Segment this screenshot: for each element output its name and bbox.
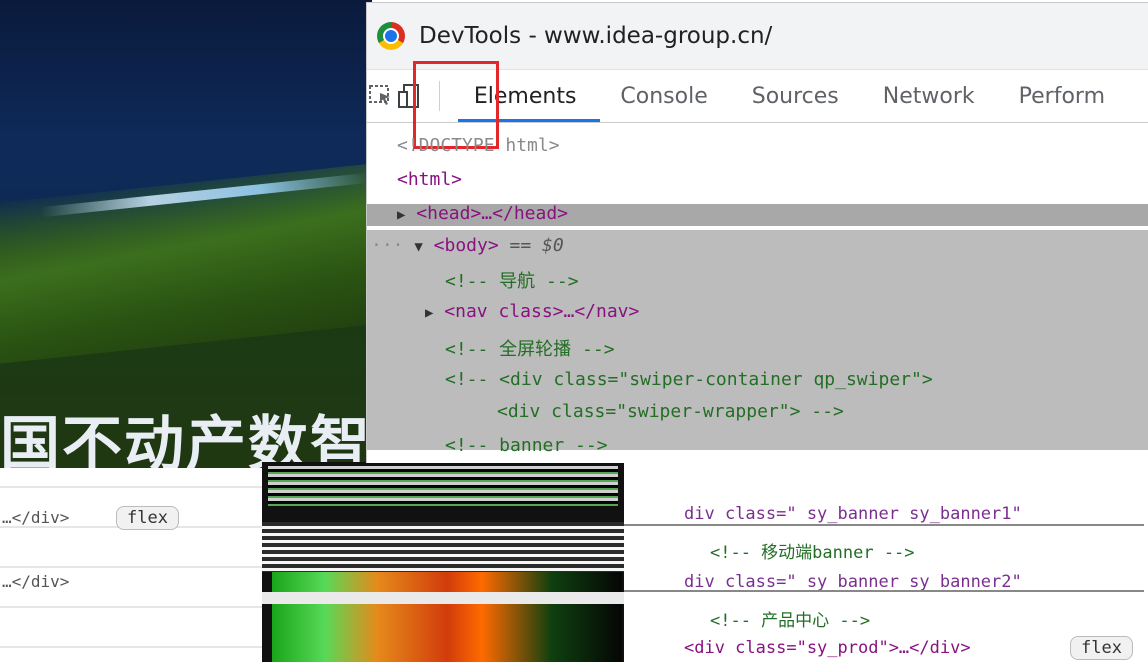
rendering-glitch-area	[262, 462, 624, 662]
inspect-element-icon[interactable]	[367, 73, 395, 119]
devtools-window: DevTools - www.idea-group.cn/ Elements C…	[366, 2, 1148, 463]
flex-badge[interactable]: flex	[1070, 636, 1133, 660]
dom-comment-nav[interactable]: <!-- 导航 -->	[445, 267, 579, 293]
collapse-triangle-icon[interactable]: ▼	[414, 239, 422, 255]
elements-panel-ghost-left: …</div> …</div>	[0, 468, 268, 662]
dom-node-head[interactable]: ▶ <head>…</head>	[397, 203, 568, 224]
dom-node-head-label: <head>…</head>	[416, 203, 568, 224]
tab-sources[interactable]: Sources	[752, 70, 839, 122]
glitch-band	[268, 466, 618, 506]
glitch-band	[262, 592, 624, 604]
dom-node-nav[interactable]: ▶ <nav class>…</nav>	[425, 301, 639, 322]
dom-node-sy-banner1[interactable]: div class=" sy_banner sy_banner1"	[684, 504, 1022, 524]
hero-title: 国不动产数智	[0, 410, 372, 470]
ellipsis-icon[interactable]: ···	[371, 235, 404, 256]
console-ref-label: == $0	[509, 235, 564, 256]
devtools-titlebar: DevTools - www.idea-group.cn/	[367, 3, 1148, 70]
window-title: DevTools - www.idea-group.cn/	[419, 23, 773, 49]
dom-comment-carousel[interactable]: <!-- 全屏轮播 -->	[445, 335, 615, 361]
dom-comment-mobile-banner[interactable]: <!-- 移动端banner -->	[710, 538, 915, 563]
expand-triangle-icon[interactable]: ▶	[425, 305, 433, 321]
dom-node-body[interactable]: ··· ▼ <body> == $0	[371, 235, 564, 256]
dom-comment-swiper-container[interactable]: <!-- <div class="swiper-container qp_swi…	[445, 369, 933, 390]
dom-comment-swiper-wrapper[interactable]: <div class="swiper-wrapper"> -->	[497, 401, 844, 422]
elements-dom-tree: <!DOCTYPE html> <html> ▶ <head>…</head> …	[367, 125, 1148, 463]
dom-node-close[interactable]: …</div>	[2, 572, 69, 591]
dom-node-sy-banner2[interactable]: div class=" sy_banner sy_banner2"	[684, 572, 1022, 592]
tab-performance[interactable]: Perform	[1019, 70, 1105, 122]
dom-comment-banner[interactable]: <!-- banner -->	[445, 435, 608, 456]
flex-badge[interactable]: flex	[116, 506, 179, 530]
dom-doctype[interactable]: <!DOCTYPE html>	[397, 135, 560, 156]
website-hero-background: 国不动产数智	[0, 0, 372, 470]
glitch-line	[624, 524, 1144, 526]
glitch-band	[262, 522, 624, 572]
chrome-logo-icon	[377, 22, 405, 50]
glitch-line	[624, 590, 1144, 592]
dom-node-nav-label: <nav class>…</nav>	[444, 301, 640, 322]
dom-node-html[interactable]: <html>	[397, 169, 462, 190]
glitch-band	[272, 572, 622, 662]
dom-node-sy-prod[interactable]: <div class="sy_prod">…</div>	[684, 638, 971, 658]
elements-panel-ghost-right: div class=" sy_banner sy_banner1" <!-- 移…	[624, 468, 1148, 662]
dom-comment-products[interactable]: <!-- 产品中心 -->	[710, 606, 870, 631]
tab-console[interactable]: Console	[620, 70, 707, 122]
dom-node-body-label: <body>	[433, 235, 499, 256]
expand-triangle-icon[interactable]: ▶	[397, 207, 405, 223]
tab-network[interactable]: Network	[883, 70, 975, 122]
dom-node-close[interactable]: …</div>	[2, 508, 69, 527]
